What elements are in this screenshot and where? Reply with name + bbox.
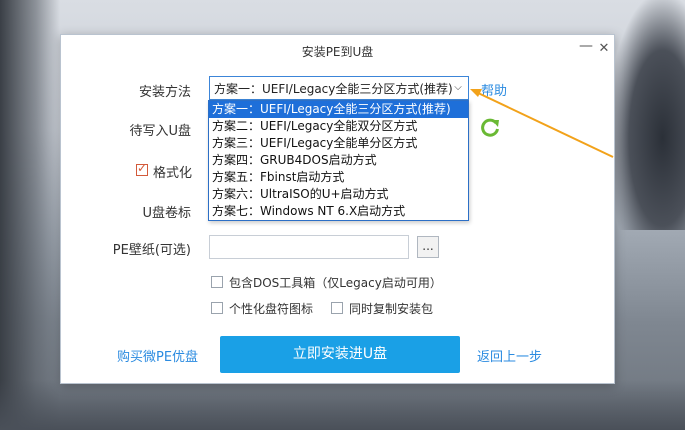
close-button[interactable]: ✕	[596, 41, 612, 57]
dropdown-option[interactable]: 方案三：UEFI/Legacy全能单分区方式	[209, 135, 468, 152]
wallpaper-trees-right	[610, 0, 685, 230]
wallpaper-label: PE壁纸(可选)	[112, 243, 191, 258]
volume-label-label: U盘卷标	[142, 206, 191, 221]
help-link[interactable]: 帮助	[481, 80, 507, 99]
include-dos-label: 包含DOS工具箱（仅Legacy启动可用）	[229, 276, 442, 290]
format-label: 格式化	[153, 166, 193, 181]
dropdown-option[interactable]: 方案七：Windows NT 6.X启动方式	[209, 203, 468, 220]
dropdown-option[interactable]: 方案六：UltraISO的U+启动方式	[209, 186, 468, 203]
buy-usb-link[interactable]: 购买微PE优盘	[117, 346, 198, 365]
window-title: 安装PE到U盘	[301, 45, 374, 59]
install-method-value: 方案一：UEFI/Legacy全能三分区方式(推荐)	[214, 82, 453, 96]
install-button[interactable]: 立即安装进U盘	[220, 336, 460, 373]
minimize-button[interactable]: —	[578, 38, 594, 54]
format-checkbox[interactable]	[136, 161, 148, 176]
copy-installer-checkbox[interactable]	[331, 302, 343, 314]
copy-installer-label: 同时复制安装包	[349, 302, 434, 316]
include-dos-checkbox[interactable]	[211, 276, 223, 288]
install-method-label: 安装方法	[138, 85, 191, 100]
wallpaper-input[interactable]	[209, 235, 409, 259]
wallpaper-ground	[0, 380, 685, 430]
install-method-dropdown: 方案一：UEFI/Legacy全能三分区方式(推荐) 方案二：UEFI/Lega…	[208, 100, 469, 221]
refresh-icon[interactable]	[479, 117, 501, 139]
dropdown-option[interactable]: 方案四：GRUB4DOS启动方式	[209, 152, 468, 169]
custom-icon-label: 个性化盘符图标	[229, 302, 314, 316]
dropdown-option[interactable]: 方案二：UEFI/Legacy全能双分区方式	[209, 118, 468, 135]
install-method-select[interactable]: 方案一：UEFI/Legacy全能三分区方式(推荐) ⌵	[209, 76, 469, 100]
chevron-down-icon[interactable]: ⌵	[451, 81, 465, 95]
browse-button[interactable]: ...	[417, 236, 439, 258]
dropdown-option[interactable]: 方案一：UEFI/Legacy全能三分区方式(推荐)	[209, 101, 468, 118]
title-bar: 安装PE到U盘 — ✕	[61, 35, 614, 65]
back-link[interactable]: 返回上一步	[477, 346, 542, 365]
wallpaper-trees-left	[0, 0, 60, 430]
target-disk-label: 待写入U盘	[129, 124, 191, 139]
custom-icon-checkbox[interactable]	[211, 302, 223, 314]
dropdown-option[interactable]: 方案五：Fbinst启动方式	[209, 169, 468, 186]
